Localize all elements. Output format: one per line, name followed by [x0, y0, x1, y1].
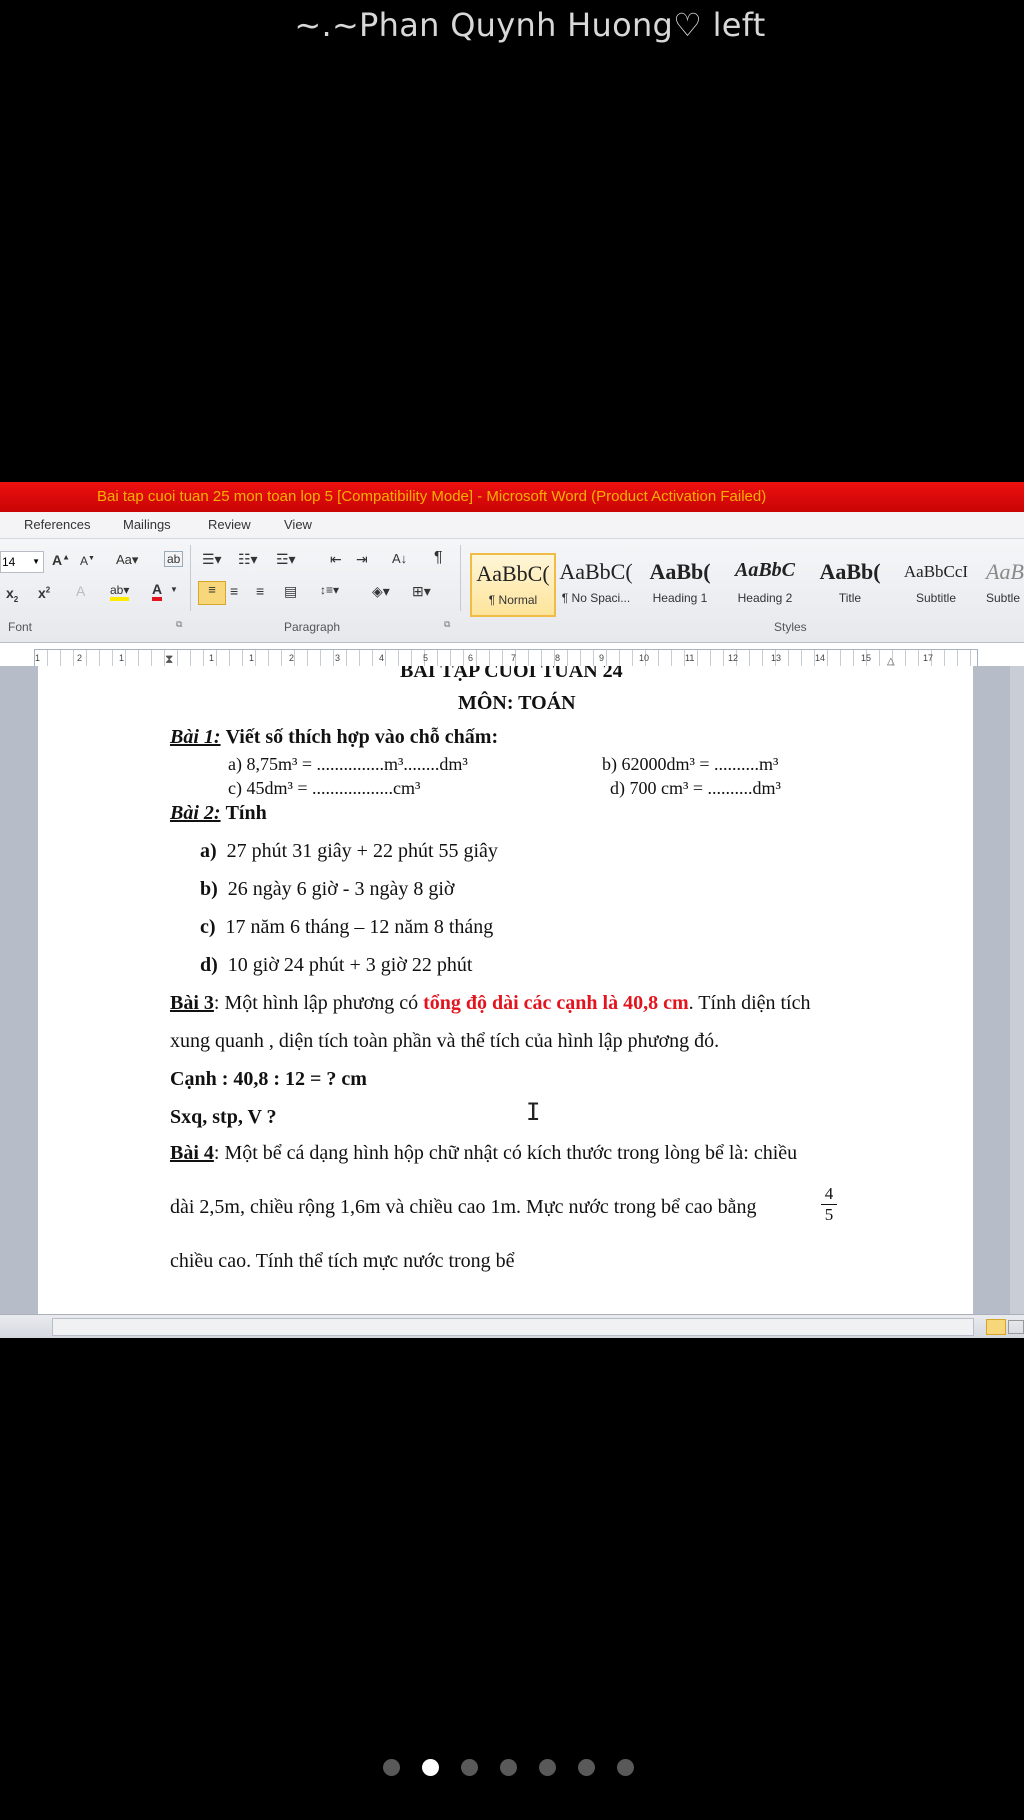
bai2-item: b) 26 ngày 6 giờ - 3 ngày 8 giờ	[200, 878, 455, 900]
text-cursor-icon: I	[526, 1098, 541, 1126]
reading-view-icon[interactable]	[1008, 1320, 1024, 1334]
chevron-down-icon: ▼	[170, 585, 178, 594]
status-bar	[0, 1314, 1024, 1338]
bai4-line1: Bài 4: Một bể cá dạng hình hộp chữ nhật …	[170, 1142, 798, 1164]
borders-icon[interactable]: ⊞▾	[412, 583, 431, 600]
ribbon-tabs: References Mailings Review View	[0, 512, 1024, 539]
tab-view[interactable]: View	[284, 517, 312, 532]
vertical-scrollbar[interactable]	[1010, 666, 1024, 1314]
style-subtitle[interactable]: AaBbCcI Subtitle	[894, 553, 978, 613]
ribbon: 14 ▼ A▲ A▼ Aa▾ ab x2 x2 A ab▾ A ▼ Font ⧉ …	[0, 539, 1024, 643]
title-bar: Bai tap cuoi tuan 25 mon toan lop 5 [Com…	[0, 482, 1024, 512]
style-normal[interactable]: AaBbC( ¶ Normal	[470, 553, 556, 617]
shading-icon[interactable]: ◈▾	[372, 583, 390, 600]
fraction-four-fifths: 45	[821, 1184, 837, 1225]
bullets-icon[interactable]: ☰▾	[202, 551, 222, 568]
worksheet-subject: MÔN: TOÁN	[458, 692, 576, 714]
page-dot[interactable]	[422, 1759, 439, 1776]
shrink-font-icon[interactable]: A▼	[80, 554, 95, 568]
font-group-label: Font	[8, 620, 33, 634]
page-dot[interactable]	[383, 1759, 400, 1776]
document-page[interactable]: BÀI TẬP CUỐI TUẦN 24 MÔN: TOÁN Bài 1: Vi…	[38, 666, 973, 1314]
subscript-icon[interactable]: x2	[6, 585, 18, 604]
bai1-c: c) 45dm³ = ..................cm³	[228, 778, 421, 798]
bai3-sxq: Sxq, stp, V ?	[170, 1106, 277, 1128]
bai1-b: b) 62000dm³ = ..........m³	[602, 754, 779, 774]
text-effects-icon[interactable]: A	[76, 583, 85, 599]
change-case-icon[interactable]: Aa▾	[116, 552, 138, 568]
multilevel-list-icon[interactable]: ☲▾	[276, 551, 296, 568]
justify-icon[interactable]: ▤	[284, 583, 297, 600]
document-area: BÀI TẬP CUỐI TUẦN 24 MÔN: TOÁN Bài 1: Vi…	[0, 666, 1024, 1314]
bai2-item: a) 27 phút 31 giây + 22 phút 55 giây	[200, 840, 498, 862]
style-heading-1[interactable]: AaBb( Heading 1	[640, 553, 720, 613]
font-size-box[interactable]: 14 ▼	[0, 551, 44, 573]
bai2-item: d) 10 giờ 24 phút + 3 giờ 22 phút	[200, 954, 473, 976]
worksheet-heading: BÀI TẬP CUỐI TUẦN 24	[400, 666, 623, 682]
bai1-a: a) 8,75m³ = ...............m³........dm³	[228, 754, 468, 774]
bai2-item: c) 17 năm 6 tháng – 12 năm 8 tháng	[200, 916, 494, 938]
bai1-title: Bài 1: Viết số thích hợp vào chỗ chấm:	[170, 726, 499, 748]
style-heading-2[interactable]: AaBbC Heading 2	[724, 553, 806, 613]
page-dot[interactable]	[461, 1759, 478, 1776]
align-center-icon[interactable]: ≡	[230, 583, 238, 599]
bai4-line3: chiều cao. Tính thể tích mực nước trong …	[170, 1250, 515, 1272]
window-title: Bai tap cuoi tuan 25 mon toan lop 5 [Com…	[97, 488, 767, 505]
align-left-icon[interactable]: ≡	[198, 581, 226, 605]
tab-mailings[interactable]: Mailings	[123, 517, 171, 532]
participant-left-notification: ~.~Phan Quynh Huong♡ left	[294, 6, 766, 44]
word-window: Bai tap cuoi tuan 25 mon toan lop 5 [Com…	[0, 482, 1024, 1338]
chevron-down-icon: ▼	[32, 557, 40, 566]
line-spacing-icon[interactable]: ↕≡▾	[320, 583, 339, 597]
style-subtle[interactable]: AaB Subtle	[982, 553, 1024, 613]
dialog-launcher-icon[interactable]: ⧉	[176, 619, 182, 630]
bai2-title: Bài 2: Tính	[170, 802, 267, 824]
grow-font-icon[interactable]: A▲	[52, 552, 70, 568]
paragraph-group-label: Paragraph	[284, 620, 341, 634]
page-dot[interactable]	[500, 1759, 517, 1776]
bai4-line2: dài 2,5m, chiều rộng 1,6m và chiều cao 1…	[170, 1196, 757, 1218]
page-indicator	[0, 1756, 1024, 1778]
highlight-icon[interactable]: ab▾	[110, 583, 130, 601]
tab-references[interactable]: References	[24, 517, 90, 532]
print-layout-view-icon[interactable]	[986, 1319, 1006, 1335]
show-marks-icon[interactable]: ¶	[434, 549, 443, 567]
superscript-icon[interactable]: x2	[38, 585, 50, 601]
horizontal-ruler[interactable]: 1 2 1 1 1 2 3 4 5 6 7 8 9 10 11 12 13 14…	[34, 649, 978, 667]
page-dot[interactable]	[578, 1759, 595, 1776]
bai3-line2: xung quanh , diện tích toàn phần và thể …	[170, 1030, 720, 1052]
bai3-canh: Cạnh : 40,8 : 12 = ? cm	[170, 1068, 367, 1090]
page-dot[interactable]	[617, 1759, 634, 1776]
style-no-spacing[interactable]: AaBbC( ¶ No Spaci...	[556, 553, 636, 613]
font-color-icon[interactable]: A	[152, 581, 163, 601]
dialog-launcher-icon[interactable]: ⧉	[444, 619, 450, 630]
styles-group-label: Styles	[774, 620, 807, 634]
align-right-icon[interactable]: ≡	[256, 583, 264, 599]
tab-review[interactable]: Review	[208, 517, 251, 532]
sort-icon[interactable]: A↓	[392, 551, 407, 566]
decrease-indent-icon[interactable]: ⇤	[330, 551, 342, 568]
style-title[interactable]: AaBb( Title	[810, 553, 890, 613]
numbering-icon[interactable]: ☷▾	[238, 551, 258, 568]
clear-format-icon[interactable]: ab	[164, 551, 184, 567]
indent-marker-icon[interactable]: ⧗	[165, 651, 173, 666]
page-dot[interactable]	[539, 1759, 556, 1776]
bai1-d: d) 700 cm³ = ..........dm³	[610, 778, 781, 798]
bai3-line1: Bài 3: Một hình lập phương có tổng độ dà…	[170, 992, 811, 1014]
horizontal-scrollbar[interactable]	[52, 1318, 974, 1336]
increase-indent-icon[interactable]: ⇥	[356, 551, 368, 568]
